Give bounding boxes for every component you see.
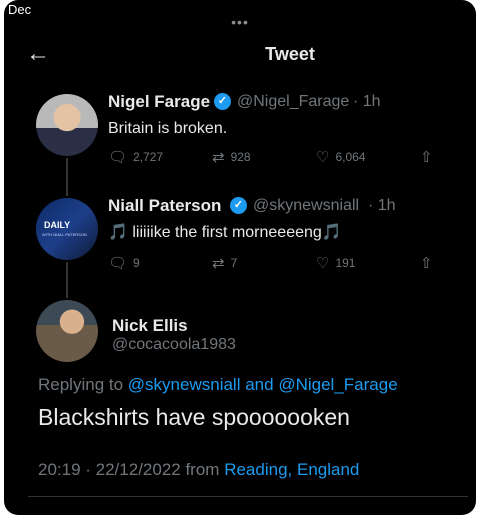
tweet-time[interactable]: · 1h: [368, 197, 396, 215]
tweet-actions: 🗨 9 ⇄ 7 ♡ 191 ⇧: [108, 254, 438, 274]
screenshot-frame: Dec ••• ← Tweet Nigel Farage ✓ @Nigel_Fa…: [0, 0, 480, 515]
tweet-screen: ••• ← Tweet Nigel Farage ✓ @Nigel_Farage…: [4, 0, 476, 515]
tweet-time[interactable]: · 1h: [353, 93, 381, 111]
like-button[interactable]: ♡ 6,064: [316, 148, 365, 166]
tweet-actions: 🗨 2,727 ⇄ 928 ♡ 6,064 ⇧: [108, 148, 438, 168]
retweet-icon: ⇄: [212, 149, 225, 166]
tweet-author-handle[interactable]: @skynewsniall: [253, 197, 359, 215]
reply-mention-link[interactable]: @skynewsniall: [128, 375, 241, 394]
retweet-button[interactable]: ⇄ 928: [212, 148, 251, 166]
corner-label: Dec: [8, 2, 32, 17]
reply-button[interactable]: 🗨 2,727: [108, 148, 163, 166]
thread-connector: [66, 262, 68, 298]
share-icon: ⇧: [420, 149, 433, 166]
reply-icon: 🗨: [108, 149, 128, 166]
replying-prefix: Replying to: [38, 375, 124, 394]
tweet-author-handle[interactable]: @Nigel_Farage: [237, 93, 349, 111]
replying-to: Replying to @skynewsniall and @Nigel_Far…: [38, 375, 398, 395]
reply-mention-link[interactable]: @Nigel_Farage: [278, 375, 397, 394]
reply-button[interactable]: 🗨 9: [108, 254, 140, 272]
heart-icon: ♡: [316, 255, 330, 272]
avatar-nigel-farage[interactable]: [36, 94, 98, 156]
share-icon: ⇧: [420, 255, 433, 272]
divider: [28, 496, 468, 497]
reply-and-text: and: [245, 375, 274, 394]
tweet-location-link[interactable]: Reading, England: [224, 460, 359, 479]
tweet-author-name[interactable]: Nigel Farage: [108, 92, 210, 112]
reply-count: 9: [133, 256, 140, 270]
retweet-count: 7: [230, 256, 238, 270]
page-title: Tweet: [265, 44, 315, 64]
main-tweet-text: Blackshirts have spooooooken: [38, 404, 350, 430]
tweet-text: 🎵 liiiiike the first morneeeeng🎵: [108, 224, 342, 241]
tweet-timestamp[interactable]: 20:19 · 22/12/2022 from: [38, 460, 219, 479]
like-count: 6,064: [335, 150, 366, 164]
top-bar: ← Tweet: [4, 36, 476, 72]
avatar-show-title: DAILY: [44, 220, 71, 230]
like-count: 191: [335, 256, 356, 270]
avatar-show-subtitle: WITH NIALL PATERSON: [42, 232, 87, 237]
avatar-niall-paterson[interactable]: DAILY WITH NIALL PATERSON: [36, 198, 98, 260]
share-button[interactable]: ⇧: [420, 254, 439, 272]
avatar-nick-ellis[interactable]: [36, 300, 98, 362]
reply-count: 2,727: [133, 150, 164, 164]
retweet-button[interactable]: ⇄ 7: [212, 254, 237, 272]
share-button[interactable]: ⇧: [420, 148, 439, 166]
like-button[interactable]: ♡ 191: [316, 254, 355, 272]
verified-badge-icon: ✓: [214, 93, 231, 110]
verified-badge-icon: ✓: [230, 197, 247, 214]
tweet-text: Britain is broken.: [108, 120, 228, 137]
thread-connector: [66, 158, 68, 196]
tweet-author-name[interactable]: Nick Ellis: [112, 316, 188, 336]
tweet-author-handle[interactable]: @cocacoola1983: [112, 336, 236, 354]
reply-icon: 🗨: [108, 255, 128, 272]
heart-icon: ♡: [316, 149, 330, 166]
tweet-meta: 20:19 · 22/12/2022 from Reading, England: [38, 460, 359, 480]
retweet-icon: ⇄: [212, 255, 225, 272]
retweet-count: 928: [230, 150, 251, 164]
more-dots-icon[interactable]: •••: [4, 14, 476, 30]
tweet-author-name[interactable]: Niall Paterson: [108, 196, 221, 216]
